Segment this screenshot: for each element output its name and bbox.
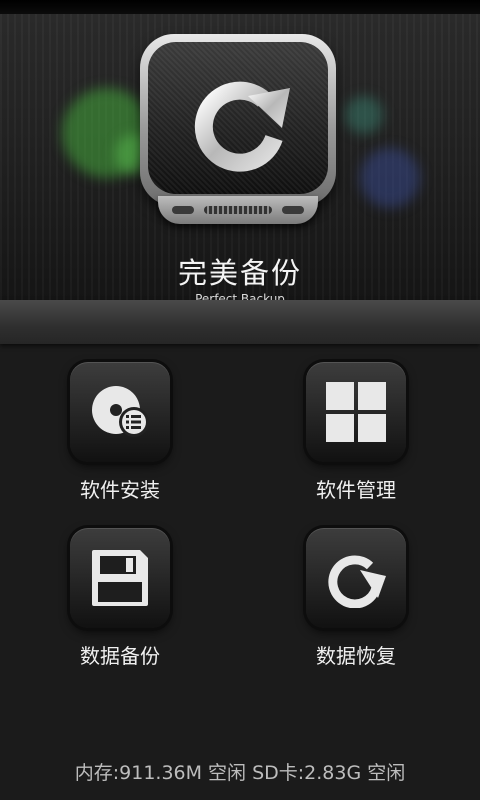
decorative-light bbox=[360, 148, 420, 208]
data-backup-label: 数据备份 bbox=[80, 644, 160, 668]
status-bar bbox=[0, 0, 480, 14]
storage-status: 内存:911.36M 空闲 SD卡:2.83G 空闲 bbox=[74, 762, 406, 784]
floppy-disk-icon bbox=[92, 550, 148, 606]
app-subtitle: Perfect Backup bbox=[195, 292, 285, 300]
disc-list-icon bbox=[92, 386, 149, 437]
app-header: 完美备份 Perfect Backup bbox=[0, 14, 480, 300]
data-restore-icon-button[interactable] bbox=[306, 528, 406, 628]
data-restore-button[interactable]: 数据恢复 bbox=[286, 528, 426, 678]
software-manage-icon-button[interactable] bbox=[306, 362, 406, 462]
software-install-label: 软件安装 bbox=[80, 478, 160, 502]
software-manage-label: 软件管理 bbox=[316, 478, 396, 502]
decorative-light bbox=[345, 96, 383, 134]
data-restore-label: 数据恢复 bbox=[316, 644, 396, 668]
software-install-icon-button[interactable] bbox=[70, 362, 170, 462]
divider-bar bbox=[0, 300, 480, 344]
data-backup-button[interactable]: 数据备份 bbox=[50, 528, 190, 678]
restore-icon bbox=[328, 555, 386, 608]
software-manage-button[interactable]: 软件管理 bbox=[286, 362, 426, 512]
data-backup-icon-button[interactable] bbox=[70, 528, 170, 628]
grid-icon bbox=[326, 382, 386, 442]
software-install-button[interactable]: 软件安装 bbox=[50, 362, 190, 512]
app-logo bbox=[140, 34, 336, 230]
app-title: 完美备份 bbox=[177, 256, 302, 290]
refresh-icon bbox=[194, 81, 290, 172]
